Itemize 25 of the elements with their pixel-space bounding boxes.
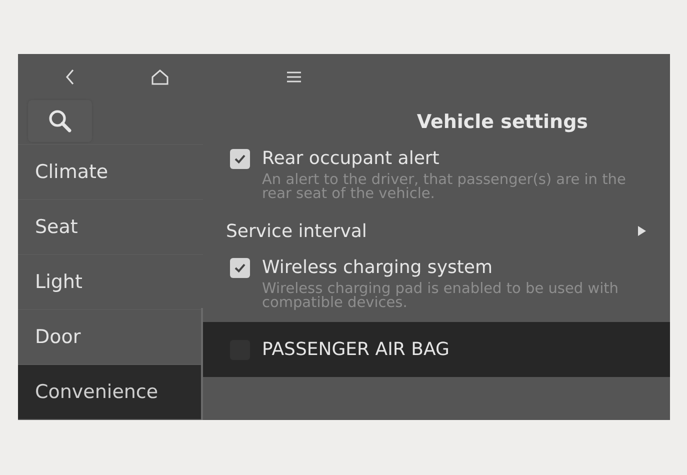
setting-label: Service interval [226,220,367,242]
check-icon [234,262,246,272]
setting-label: Wireless charging system [262,257,493,278]
setting-row[interactable]: Rear occupant alert An alert to the driver, that passenger(s) are in the rear seat of the vehicle. [203,144,670,209]
sidebar-item[interactable]: Seat [18,199,203,254]
setting-description: An alert to the driver, that passenger(s) are in the rear seat of the vehicle. [262,173,627,204]
home-icon[interactable] [151,69,169,85]
search-icon [48,109,72,133]
sidebar-item[interactable]: Light [18,254,203,309]
sidebar-item[interactable]: Convenience [18,364,203,419]
setting-row[interactable]: PASSENGER AIR BAG [203,322,670,377]
checkbox[interactable] [230,148,250,168]
setting-description: Wireless charging pad is enabled to be used with compatible devices. [262,282,620,313]
setting-row[interactable]: Wireless charging system Wireless charging pad is enabled to be used with compatible devices. [203,253,670,318]
screen-title: Vehicle settings [416,110,589,135]
search-button[interactable] [28,100,92,142]
back-icon[interactable] [65,69,75,85]
setting-label: PASSENGER AIR BAG [262,339,450,360]
checkbox[interactable] [230,258,250,278]
setting-row[interactable]: Service interval [203,209,670,253]
arrow-icon [638,226,646,236]
setting-label: Rear occupant alert [262,148,440,169]
menu-icon[interactable] [286,71,300,83]
sidebar-item[interactable]: Climate [18,144,203,199]
check-icon [234,154,246,164]
